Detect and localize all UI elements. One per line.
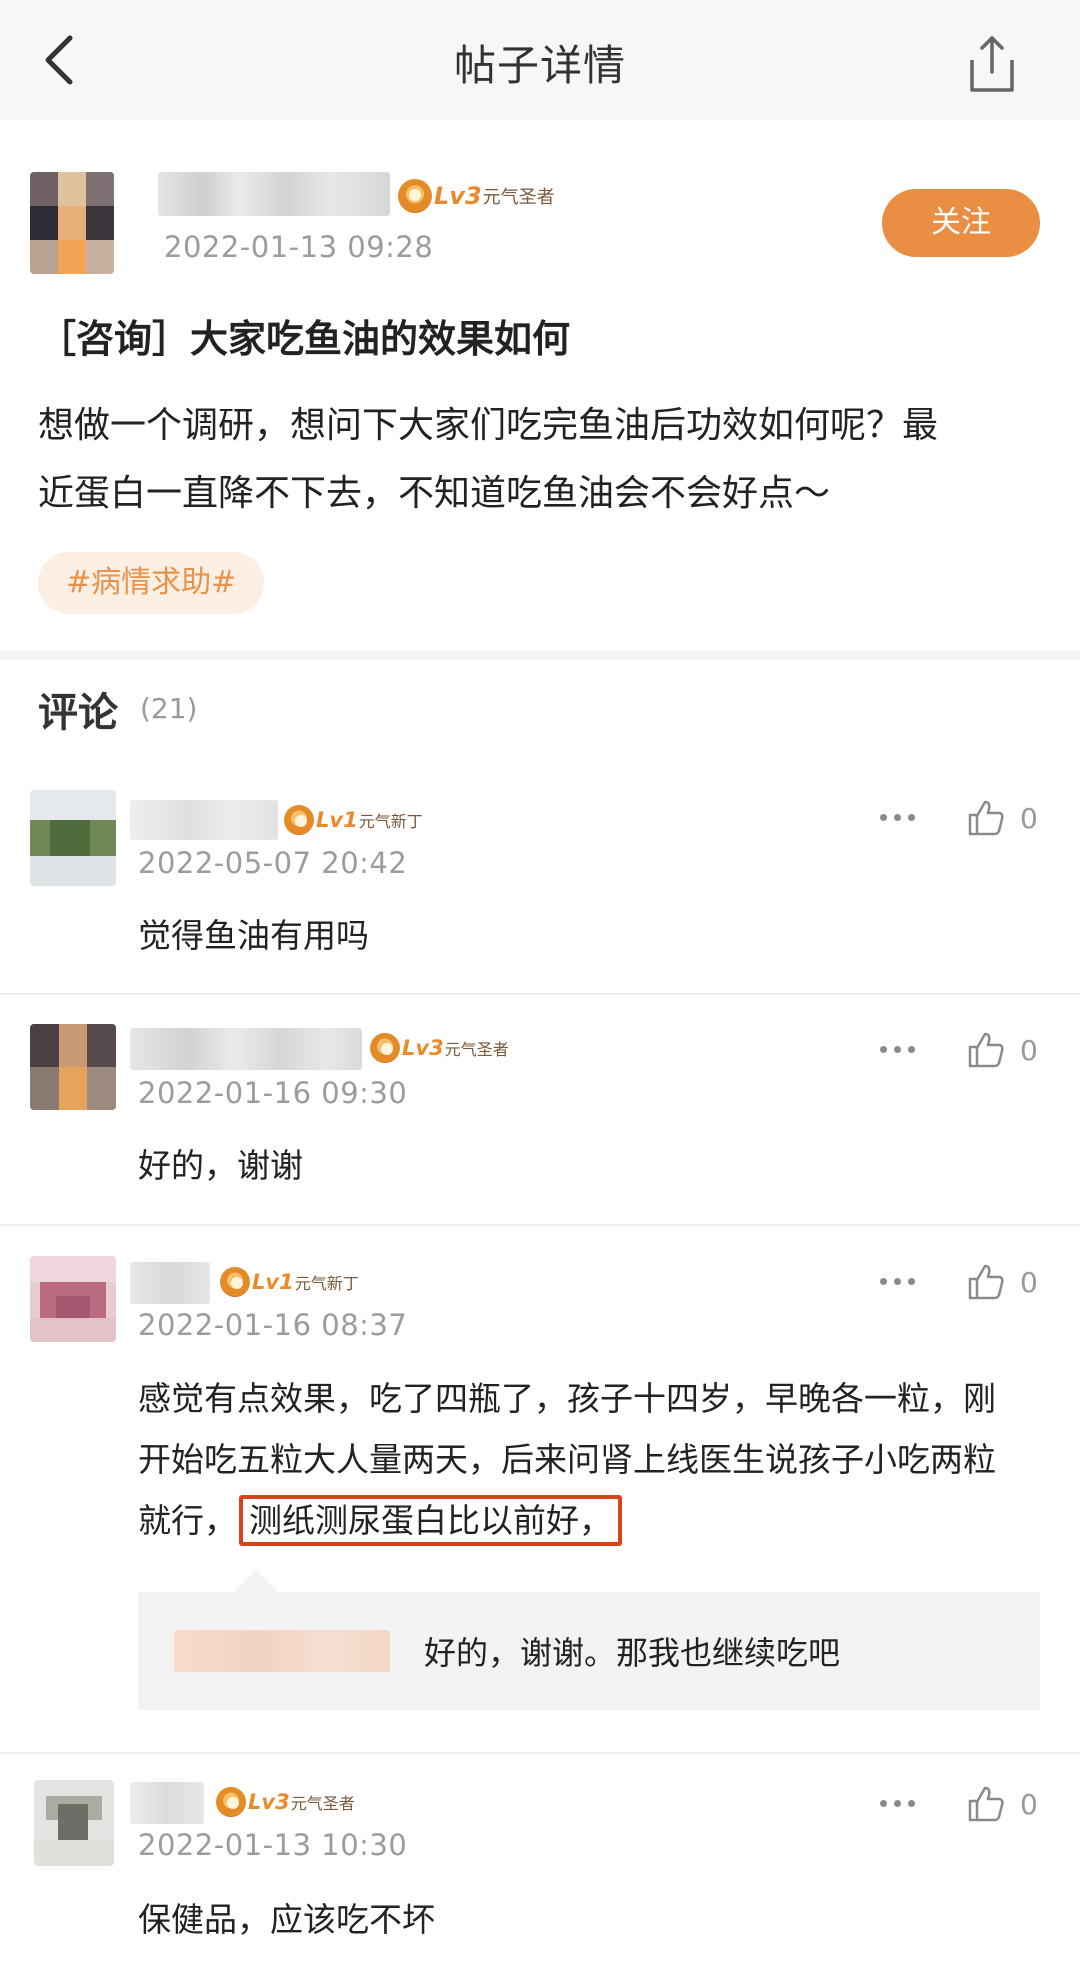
topic-tag[interactable]: #病情求助# bbox=[38, 552, 265, 614]
commenter-avatar[interactable] bbox=[30, 1024, 116, 1110]
more-options-icon[interactable] bbox=[880, 1272, 920, 1292]
comment-text: 感觉有点效果，吃了四瓶了，孩子十四岁，早晚各一粒，刚 开始吃五粒大人量两天，后来… bbox=[138, 1368, 1038, 1551]
author-name-blurred[interactable] bbox=[158, 172, 390, 216]
top-bar: 帖子详情 bbox=[0, 0, 1080, 120]
post-title: ［咨询］大家吃鱼油的效果如何 bbox=[38, 317, 571, 361]
thumbs-up-icon[interactable] bbox=[966, 1784, 1006, 1824]
like-count: 0 bbox=[1020, 802, 1038, 835]
thumbs-up-icon[interactable] bbox=[966, 1262, 1006, 1302]
user-level-badge: Lv1 元气新丁 bbox=[284, 802, 423, 838]
author-avatar[interactable] bbox=[30, 172, 114, 274]
follow-button[interactable]: 关注 bbox=[882, 189, 1040, 257]
commenter-name-blurred[interactable] bbox=[130, 1782, 204, 1824]
highlighted-text: 测纸测尿蛋白比以前好， bbox=[239, 1495, 622, 1546]
reply-box[interactable]: 好的，谢谢。那我也继续吃吧 bbox=[138, 1570, 1040, 1710]
comment-time: 2022-05-07 20:42 bbox=[138, 846, 408, 880]
thumbs-up-icon[interactable] bbox=[966, 1030, 1006, 1070]
commenter-name-blurred[interactable] bbox=[130, 1028, 362, 1070]
comment-text-line: 开始吃五粒大人量两天，后来问肾上线医生说孩子小吃两粒 bbox=[138, 1440, 996, 1479]
post-body-line: 想做一个调研，想问下大家们吃完鱼油后功效如何呢？最 bbox=[38, 405, 939, 446]
medal-icon bbox=[284, 805, 314, 835]
commenter-name-blurred[interactable] bbox=[130, 800, 278, 840]
more-options-icon[interactable] bbox=[880, 1040, 920, 1060]
commenter-name-blurred[interactable] bbox=[130, 1262, 210, 1304]
page-title: 帖子详情 bbox=[453, 41, 626, 90]
share-icon[interactable] bbox=[962, 32, 1022, 96]
comment-time: 2022-01-13 10:30 bbox=[138, 1828, 408, 1862]
user-level-badge: Lv3 元气圣者 bbox=[398, 178, 555, 214]
comment-divider bbox=[0, 993, 1080, 995]
medal-icon bbox=[216, 1787, 246, 1817]
comments-title: 评论 bbox=[38, 690, 118, 736]
medal-icon bbox=[370, 1033, 400, 1063]
more-options-icon[interactable] bbox=[880, 808, 920, 828]
comment-text-line: 感觉有点效果，吃了四瓶了，孩子十四岁，早晚各一粒，刚 bbox=[138, 1379, 996, 1418]
user-level-badge: Lv3 元气圣者 bbox=[216, 1784, 355, 1820]
post-body: 想做一个调研，想问下大家们吃完鱼油后功效如何呢？最 近蛋白一直降不下去，不知道吃… bbox=[38, 392, 1048, 528]
commenter-avatar[interactable] bbox=[30, 1256, 116, 1342]
medal-icon bbox=[398, 179, 432, 213]
comment-text-prefix: 就行， bbox=[138, 1501, 237, 1540]
comment-text-line: 就行， 测纸测尿蛋白比以前好， bbox=[138, 1490, 1038, 1551]
commenter-avatar[interactable] bbox=[30, 790, 116, 886]
reply-text: 好的，谢谢。那我也继续吃吧 bbox=[424, 1634, 841, 1672]
like-count: 0 bbox=[1020, 1034, 1038, 1067]
commenter-avatar[interactable] bbox=[34, 1780, 114, 1866]
more-options-icon[interactable] bbox=[880, 1794, 920, 1814]
section-divider bbox=[0, 650, 1080, 660]
like-count: 0 bbox=[1020, 1788, 1038, 1821]
comment-time: 2022-01-16 09:30 bbox=[138, 1076, 408, 1110]
comment-divider bbox=[0, 1224, 1080, 1226]
post-time: 2022-01-13 09:28 bbox=[164, 230, 434, 264]
user-level-badge: Lv1 元气新丁 bbox=[220, 1264, 359, 1300]
like-count: 0 bbox=[1020, 1266, 1038, 1299]
post-body-line: 近蛋白一直降不下去，不知道吃鱼油会不会好点～ bbox=[38, 473, 831, 514]
comment-text: 觉得鱼油有用吗 bbox=[138, 916, 369, 955]
comments-count: (21) bbox=[140, 692, 198, 725]
comment-time: 2022-01-16 08:37 bbox=[138, 1308, 408, 1342]
thumbs-up-icon[interactable] bbox=[966, 798, 1006, 838]
reply-author-blurred bbox=[174, 1630, 390, 1672]
comment-divider bbox=[0, 1752, 1080, 1754]
medal-icon bbox=[220, 1267, 250, 1297]
comment-text: 保健品，应该吃不坏 bbox=[138, 1900, 435, 1939]
comment-text: 好的，谢谢 bbox=[138, 1146, 303, 1185]
user-level-badge: Lv3 元气圣者 bbox=[370, 1030, 509, 1066]
